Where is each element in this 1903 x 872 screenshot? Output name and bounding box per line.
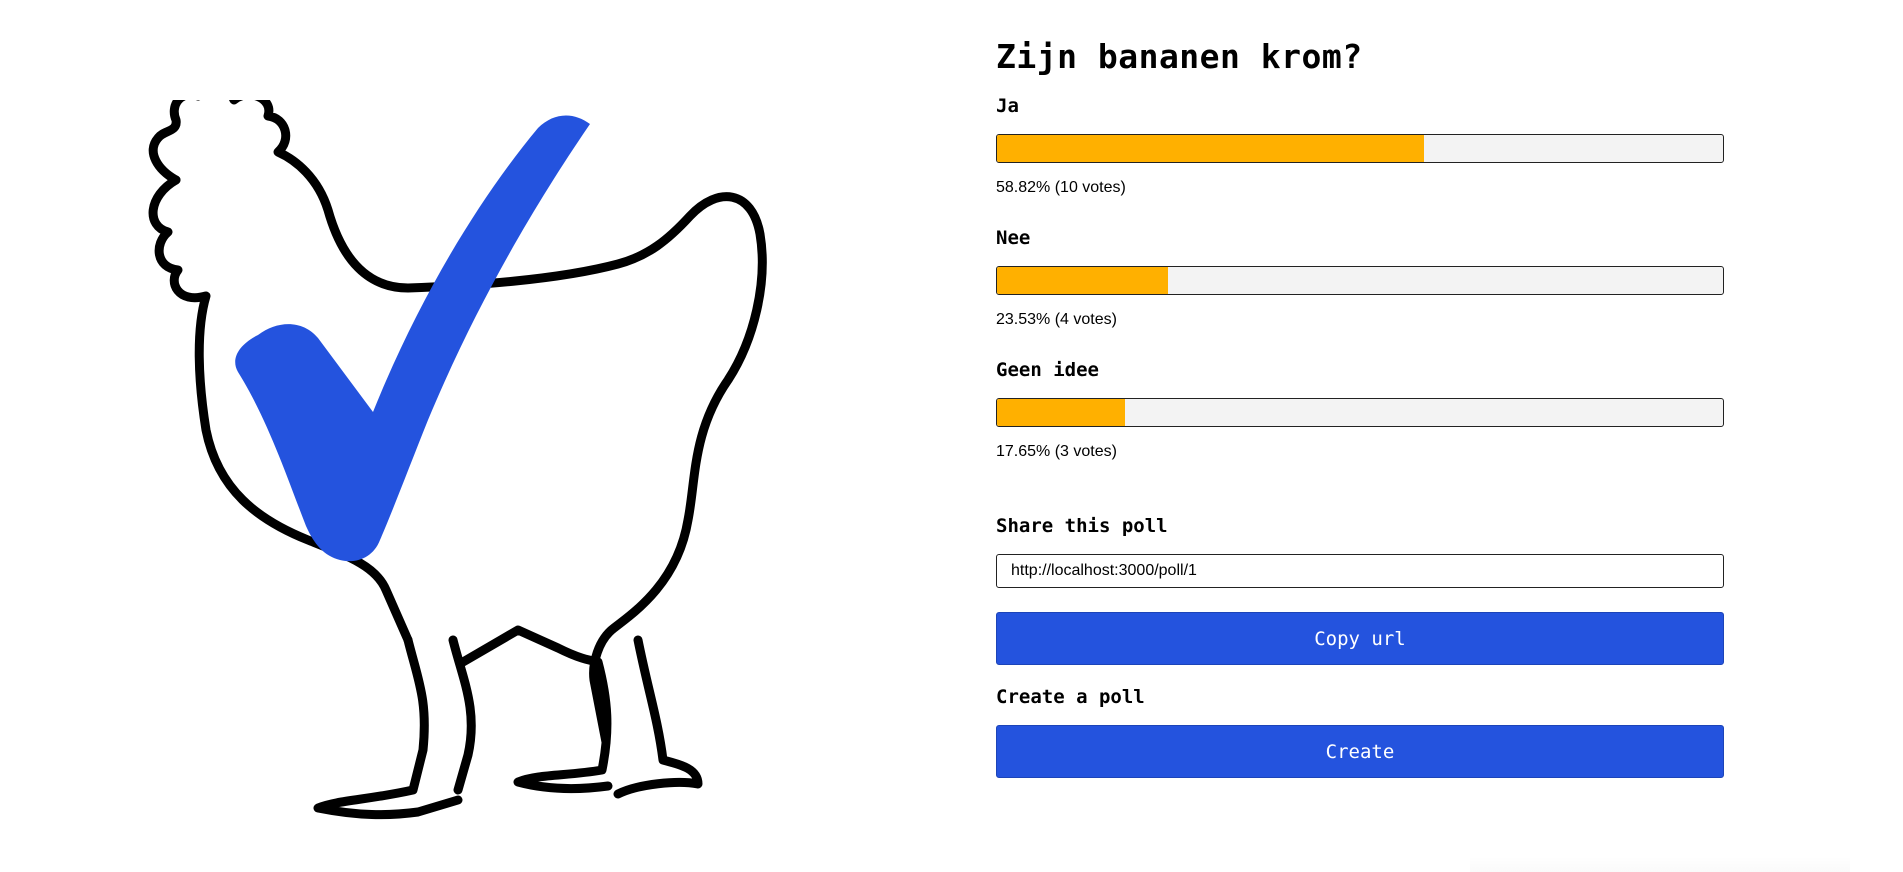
option-stats: 23.53% (4 votes) (996, 311, 1117, 328)
result-bar (996, 398, 1724, 427)
share-poll-heading: Share this poll (996, 515, 1168, 537)
option-label: Nee (996, 227, 1031, 249)
result-bar (996, 266, 1724, 295)
result-bar-fill (997, 267, 1168, 294)
poll-option: Geen idee 17.65% (3 votes) (996, 358, 1726, 462)
option-stats: 58.82% (10 votes) (996, 179, 1126, 196)
corner-shadow (1470, 856, 1850, 872)
chicken-checkmark-logo (148, 100, 767, 820)
option-label: Ja (996, 95, 1019, 117)
poll-question: Zijn bananen krom? (996, 37, 1363, 76)
poll-option: Nee 23.53% (4 votes) (996, 226, 1726, 330)
create-poll-heading: Create a poll (996, 686, 1145, 708)
poll-option: Ja 58.82% (10 votes) (996, 94, 1726, 198)
result-bar-fill (997, 399, 1126, 426)
result-bar-fill (997, 135, 1425, 162)
copy-url-button[interactable]: Copy url (996, 612, 1724, 665)
option-stats: 17.65% (3 votes) (996, 443, 1117, 460)
share-url-input[interactable] (996, 554, 1724, 588)
option-label: Geen idee (996, 359, 1099, 381)
result-bar (996, 134, 1724, 163)
checkmark-icon (235, 115, 590, 562)
create-poll-button[interactable]: Create (996, 725, 1724, 778)
poll-panel: Zijn bananen krom? Ja 58.82% (10 votes) … (996, 34, 1726, 778)
